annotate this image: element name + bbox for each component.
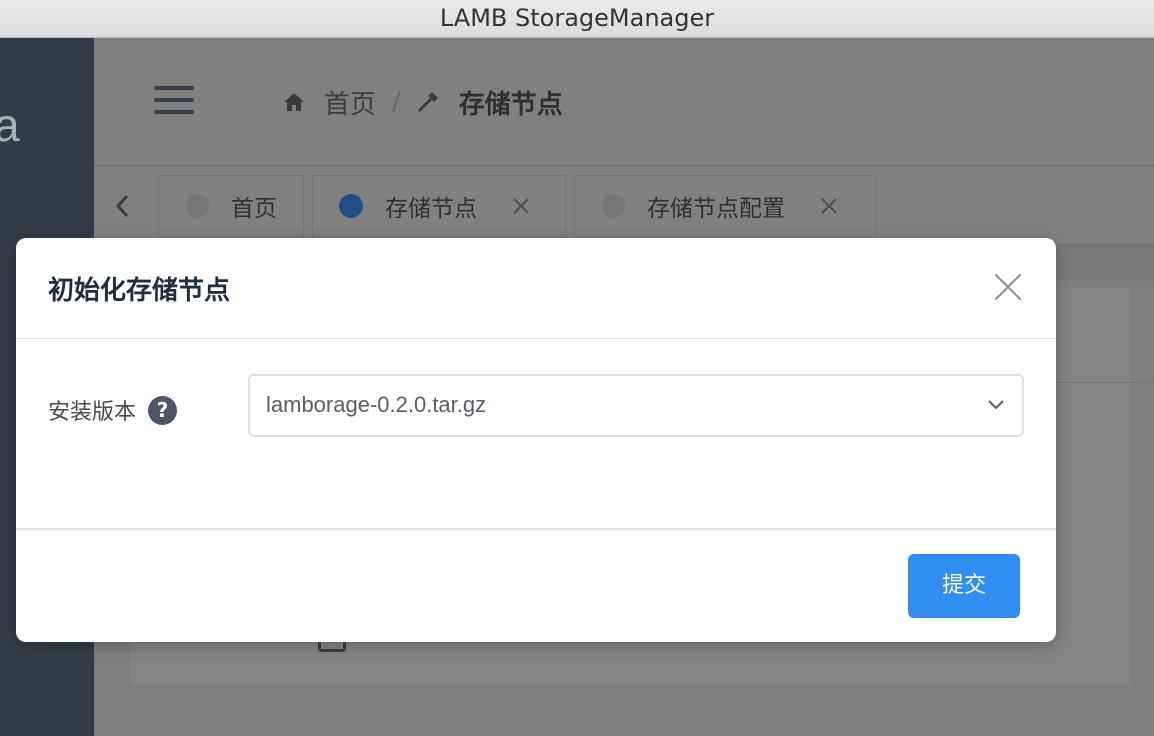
tags-view-bar: 首页 存储节点 存储节点配置 (94, 167, 1154, 245)
breadcrumb: 首页 / 存储节点 (282, 84, 563, 120)
hammer-icon (418, 92, 438, 112)
breadcrumb-home[interactable]: 首页 (282, 84, 376, 121)
sidebar-logo: a (0, 99, 20, 151)
tab-label: 存储节点配置 (647, 196, 785, 222)
close-icon[interactable] (994, 273, 1022, 301)
scroll-left-icon[interactable] (112, 191, 134, 221)
breadcrumb-current: 存储节点 (417, 84, 563, 121)
tab-status-dot (185, 194, 209, 218)
install-version-label: 安装版本 ? (48, 394, 178, 426)
tab-storage-node[interactable]: 存储节点 (312, 175, 566, 237)
install-version-select[interactable]: lamborage-0.2.0.tar.gz (248, 374, 1024, 437)
dialog-header: 初始化存储节点 (16, 238, 1056, 339)
tab-home[interactable]: 首页 (158, 175, 304, 237)
field-label: 安装版本 (48, 400, 137, 425)
tab-label: 存储节点 (385, 196, 477, 222)
chevron-down-icon (988, 400, 1004, 410)
close-icon[interactable] (819, 196, 839, 216)
breadcrumb-current-label: 存储节点 (458, 89, 563, 120)
breadcrumb-home-label: 首页 (324, 89, 377, 120)
window-title: LAMB StorageManager (0, 0, 1154, 38)
dialog-footer-divider (16, 528, 1056, 530)
home-icon (284, 93, 304, 111)
select-value: lamborage-0.2.0.tar.gz (266, 392, 487, 417)
breadcrumb-separator: / (392, 87, 401, 117)
init-storage-node-dialog: 初始化存储节点 安装版本 ? lamborage-0.2.0.tar.gz 提交 (16, 238, 1056, 642)
tab-status-dot (601, 194, 625, 218)
hamburger-menu-icon[interactable] (154, 86, 194, 114)
tab-active-dot (339, 194, 363, 218)
top-navbar: 首页 / 存储节点 (94, 38, 1154, 166)
dialog-title: 初始化存储节点 (48, 276, 231, 306)
submit-button[interactable]: 提交 (908, 554, 1020, 618)
tab-storage-node-config[interactable]: 存储节点配置 (574, 175, 876, 237)
close-icon[interactable] (511, 196, 531, 216)
tab-label: 首页 (231, 196, 277, 222)
help-icon[interactable]: ? (148, 395, 178, 425)
